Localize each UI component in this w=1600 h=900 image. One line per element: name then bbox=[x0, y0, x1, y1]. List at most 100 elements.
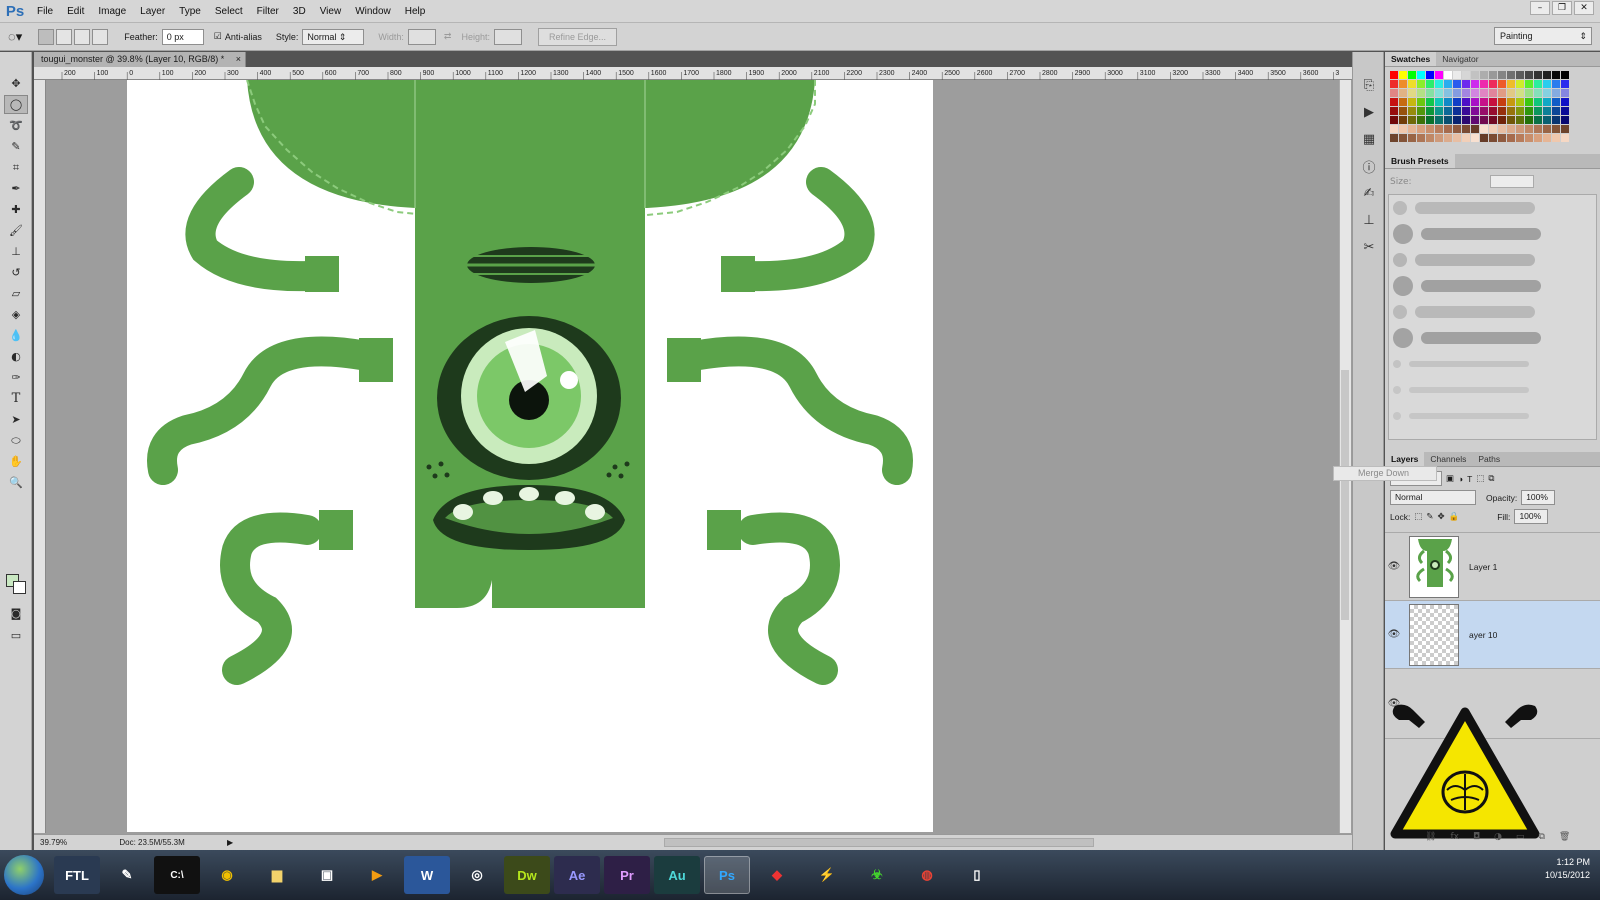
dodge-tool-icon[interactable]: ◐ bbox=[4, 347, 28, 366]
color-swatch[interactable] bbox=[1444, 98, 1452, 106]
color-swatch[interactable] bbox=[1390, 134, 1398, 142]
color-swatch[interactable] bbox=[1498, 71, 1506, 79]
menu-edit[interactable]: Edit bbox=[60, 6, 91, 17]
color-swatch[interactable] bbox=[1543, 71, 1551, 79]
color-swatch[interactable] bbox=[1390, 89, 1398, 97]
color-swatch[interactable] bbox=[1498, 134, 1506, 142]
menu-file[interactable]: File bbox=[30, 6, 60, 17]
color-swatch[interactable] bbox=[1561, 71, 1569, 79]
color-swatch[interactable] bbox=[1435, 98, 1443, 106]
color-swatch[interactable] bbox=[1552, 134, 1560, 142]
close-tab-icon[interactable]: × bbox=[236, 52, 241, 67]
color-swatch[interactable] bbox=[1516, 71, 1524, 79]
color-swatch[interactable] bbox=[1435, 116, 1443, 124]
eraser-tool-icon[interactable]: ▱ bbox=[4, 284, 28, 303]
color-swatch[interactable] bbox=[1543, 116, 1551, 124]
menu-help[interactable]: Help bbox=[398, 6, 433, 17]
close-icon[interactable]: ✕ bbox=[1574, 1, 1594, 15]
minimize-icon[interactable]: – bbox=[1530, 1, 1550, 15]
workspace-select[interactable]: Painting ⇕ bbox=[1494, 27, 1592, 45]
tab-paths[interactable]: Paths bbox=[1472, 452, 1506, 466]
color-swatch[interactable] bbox=[1525, 107, 1533, 115]
color-swatch[interactable] bbox=[1417, 89, 1425, 97]
screen-mode-icon[interactable]: ▭ bbox=[4, 626, 28, 645]
taskbar-app-photoshop[interactable]: Ps bbox=[704, 856, 750, 894]
brush-preset-item[interactable] bbox=[1389, 403, 1596, 429]
color-swatch[interactable] bbox=[1534, 116, 1542, 124]
menu-type[interactable]: Type bbox=[172, 6, 208, 17]
new-selection-icon[interactable] bbox=[38, 28, 55, 45]
color-swatch[interactable] bbox=[1426, 98, 1434, 106]
color-swatch[interactable] bbox=[1399, 98, 1407, 106]
color-swatch[interactable] bbox=[1417, 116, 1425, 124]
filter-adjustment-icon[interactable]: ◑ bbox=[1458, 474, 1463, 484]
color-swatch[interactable] bbox=[1444, 80, 1452, 88]
color-swatch[interactable] bbox=[1507, 98, 1515, 106]
tray-clock-time[interactable]: 1:12 PM bbox=[1545, 856, 1590, 869]
layer-row[interactable]: 👁 Layer 1 bbox=[1385, 533, 1600, 601]
background-color-swatch[interactable] bbox=[13, 581, 26, 594]
color-swatch[interactable] bbox=[1471, 89, 1479, 97]
adjustments-icon[interactable]: ▦ bbox=[1357, 128, 1381, 150]
color-swatch[interactable] bbox=[1399, 89, 1407, 97]
color-swatch[interactable] bbox=[1480, 125, 1488, 133]
color-swatch[interactable] bbox=[1390, 98, 1398, 106]
menu-filter[interactable]: Filter bbox=[250, 6, 286, 17]
horizontal-scroll-thumb[interactable] bbox=[664, 838, 1094, 847]
brush-preset-item[interactable] bbox=[1389, 351, 1596, 377]
clone-stamp-tool-icon[interactable]: ⊥ bbox=[4, 242, 28, 261]
add-selection-icon[interactable] bbox=[56, 28, 73, 45]
history-icon[interactable]: ⎘ bbox=[1357, 74, 1381, 96]
color-swatch[interactable] bbox=[1462, 116, 1470, 124]
zoom-tool-icon[interactable]: 🔍 bbox=[4, 473, 28, 492]
document-tab[interactable]: tougui_monster @ 39.8% (Layer 10, RGB/8)… bbox=[34, 52, 246, 67]
lock-image-icon[interactable]: ✎ bbox=[1426, 511, 1433, 522]
brush-preset-item[interactable] bbox=[1389, 325, 1596, 351]
ellipse-shape-tool-icon[interactable]: ⬭ bbox=[4, 431, 28, 450]
color-swatch[interactable] bbox=[1471, 107, 1479, 115]
color-swatch[interactable] bbox=[1552, 116, 1560, 124]
taskbar-app-notepad-icon[interactable]: ▯ bbox=[954, 856, 1000, 894]
tab-brush-presets[interactable]: Brush Presets bbox=[1385, 154, 1455, 168]
color-swatch[interactable] bbox=[1534, 80, 1542, 88]
color-swatch[interactable] bbox=[1516, 116, 1524, 124]
color-swatch[interactable] bbox=[1480, 89, 1488, 97]
color-swatch[interactable] bbox=[1561, 89, 1569, 97]
color-swatch[interactable] bbox=[1543, 80, 1551, 88]
fill-input[interactable]: 100% bbox=[1514, 509, 1549, 524]
brush-preset-item[interactable] bbox=[1389, 273, 1596, 299]
opacity-input[interactable]: 100% bbox=[1521, 490, 1556, 505]
clone-source-icon[interactable]: ⊥ bbox=[1357, 209, 1381, 231]
color-swatch[interactable] bbox=[1525, 98, 1533, 106]
taskbar-app-pdf-icon[interactable]: ◆ bbox=[754, 856, 800, 894]
color-swatch[interactable] bbox=[1408, 107, 1416, 115]
color-swatch[interactable] bbox=[1543, 89, 1551, 97]
hand-tool-icon[interactable]: ✋ bbox=[4, 452, 28, 471]
color-swatch[interactable] bbox=[1507, 116, 1515, 124]
color-swatch[interactable] bbox=[1417, 134, 1425, 142]
color-swatch[interactable] bbox=[1480, 80, 1488, 88]
color-swatch[interactable] bbox=[1489, 98, 1497, 106]
taskbar-app-folder-icon[interactable]: ▆ bbox=[254, 856, 300, 894]
color-swatch[interactable] bbox=[1417, 80, 1425, 88]
filter-type-icon[interactable]: T bbox=[1467, 474, 1472, 484]
color-swatch[interactable] bbox=[1426, 116, 1434, 124]
color-swatch[interactable] bbox=[1543, 107, 1551, 115]
color-swatch[interactable] bbox=[1489, 125, 1497, 133]
color-swatch[interactable] bbox=[1462, 80, 1470, 88]
subtract-selection-icon[interactable] bbox=[74, 28, 91, 45]
actions-play-icon[interactable]: ▶ bbox=[1357, 101, 1381, 123]
color-swatch[interactable] bbox=[1516, 125, 1524, 133]
taskbar-app-bolt-icon[interactable]: ⚡ bbox=[804, 856, 850, 894]
color-swatch[interactable] bbox=[1453, 98, 1461, 106]
crop-tool-icon[interactable]: ⌗ bbox=[4, 158, 28, 177]
color-swatch[interactable] bbox=[1498, 89, 1506, 97]
pen-tool-icon[interactable]: ✑ bbox=[4, 368, 28, 387]
color-swatch[interactable] bbox=[1435, 80, 1443, 88]
color-swatch[interactable] bbox=[1552, 80, 1560, 88]
paint-bucket-tool-icon[interactable]: ◈ bbox=[4, 305, 28, 324]
taskbar-app-razer-icon[interactable]: ☣ bbox=[854, 856, 900, 894]
color-swatch[interactable] bbox=[1471, 98, 1479, 106]
color-swatch[interactable] bbox=[1408, 116, 1416, 124]
color-swatch[interactable] bbox=[1507, 80, 1515, 88]
